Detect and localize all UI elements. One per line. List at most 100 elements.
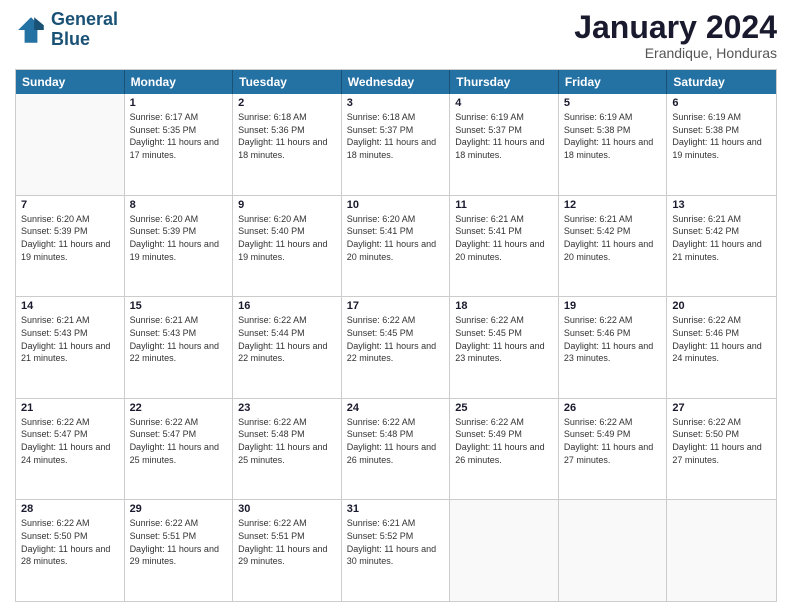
day-number: 26 bbox=[564, 402, 662, 414]
day-info: Sunrise: 6:20 AMSunset: 5:39 PMDaylight:… bbox=[130, 213, 228, 263]
day-info: Sunrise: 6:22 AMSunset: 5:47 PMDaylight:… bbox=[21, 416, 119, 466]
day-number: 16 bbox=[238, 300, 336, 312]
calendar-cell: 8 Sunrise: 6:20 AMSunset: 5:39 PMDaylight… bbox=[125, 196, 234, 297]
day-info: Sunrise: 6:22 AMSunset: 5:45 PMDaylight:… bbox=[347, 314, 445, 364]
calendar-day-header: Thursday bbox=[450, 70, 559, 94]
calendar-day-header: Friday bbox=[559, 70, 668, 94]
day-number: 28 bbox=[21, 503, 119, 515]
calendar-cell: 17Sunrise: 6:22 AMSunset: 5:45 PMDayligh… bbox=[342, 297, 451, 398]
day-info: Sunrise: 6:22 AMSunset: 5:50 PMDaylight:… bbox=[21, 517, 119, 567]
calendar-cell bbox=[450, 500, 559, 601]
calendar-cell: 26 Sunrise: 6:22 AMSunset: 5:49 PMDayligh… bbox=[559, 399, 668, 500]
calendar-day-header: Saturday bbox=[667, 70, 776, 94]
calendar-week-row: 28 Sunrise: 6:22 AMSunset: 5:50 PMDayligh… bbox=[16, 500, 776, 601]
day-number: 29 bbox=[130, 503, 228, 515]
day-info: Sunrise: 6:21 AMSunset: 5:42 PMDaylight:… bbox=[672, 213, 771, 263]
calendar-cell: 11 Sunrise: 6:21 AMSunset: 5:41 PMDayligh… bbox=[450, 196, 559, 297]
day-info: Sunrise: 6:22 AMSunset: 5:48 PMDaylight:… bbox=[347, 416, 445, 466]
calendar-cell: 5 Sunrise: 6:19 AMSunset: 5:38 PMDaylight… bbox=[559, 94, 668, 195]
calendar-day-header: Sunday bbox=[16, 70, 125, 94]
calendar-cell: 28 Sunrise: 6:22 AMSunset: 5:50 PMDayligh… bbox=[16, 500, 125, 601]
day-number: 19 bbox=[564, 300, 662, 312]
day-number: 27 bbox=[672, 402, 771, 414]
day-info: Sunrise: 6:22 AMSunset: 5:49 PMDaylight:… bbox=[455, 416, 553, 466]
day-number: 24 bbox=[347, 402, 445, 414]
calendar-week-row: 7 Sunrise: 6:20 AMSunset: 5:39 PMDaylight… bbox=[16, 196, 776, 298]
subtitle: Erandique, Honduras bbox=[574, 45, 777, 61]
day-info: Sunrise: 6:21 AMSunset: 5:43 PMDaylight:… bbox=[130, 314, 228, 364]
day-info: Sunrise: 6:19 AMSunset: 5:38 PMDaylight:… bbox=[564, 111, 662, 161]
calendar-header: SundayMondayTuesdayWednesdayThursdayFrid… bbox=[16, 70, 776, 94]
logo-line2: Blue bbox=[51, 29, 90, 49]
day-info: Sunrise: 6:20 AMSunset: 5:39 PMDaylight:… bbox=[21, 213, 119, 263]
calendar-cell: 19 Sunrise: 6:22 AMSunset: 5:46 PMDayligh… bbox=[559, 297, 668, 398]
calendar-cell: 22Sunrise: 6:22 AMSunset: 5:47 PMDayligh… bbox=[125, 399, 234, 500]
calendar-week-row: 21 Sunrise: 6:22 AMSunset: 5:47 PMDayligh… bbox=[16, 399, 776, 501]
day-info: Sunrise: 6:19 AMSunset: 5:37 PMDaylight:… bbox=[455, 111, 553, 161]
calendar-cell: 31Sunrise: 6:21 AMSunset: 5:52 PMDayligh… bbox=[342, 500, 451, 601]
calendar-cell: 4 Sunrise: 6:19 AMSunset: 5:37 PMDaylight… bbox=[450, 94, 559, 195]
day-number: 3 bbox=[347, 97, 445, 109]
day-number: 1 bbox=[130, 97, 228, 109]
calendar-day-header: Wednesday bbox=[342, 70, 451, 94]
day-info: Sunrise: 6:22 AMSunset: 5:51 PMDaylight:… bbox=[238, 517, 336, 567]
day-info: Sunrise: 6:19 AMSunset: 5:38 PMDaylight:… bbox=[672, 111, 771, 161]
calendar-cell: 9 Sunrise: 6:20 AMSunset: 5:40 PMDaylight… bbox=[233, 196, 342, 297]
day-number: 20 bbox=[672, 300, 771, 312]
calendar-cell: 10 Sunrise: 6:20 AMSunset: 5:41 PMDayligh… bbox=[342, 196, 451, 297]
day-number: 10 bbox=[347, 199, 445, 211]
calendar-cell: 1 Sunrise: 6:17 AMSunset: 5:35 PMDaylight… bbox=[125, 94, 234, 195]
day-number: 15 bbox=[130, 300, 228, 312]
calendar-cell: 27 Sunrise: 6:22 AMSunset: 5:50 PMDayligh… bbox=[667, 399, 776, 500]
day-info: Sunrise: 6:20 AMSunset: 5:40 PMDaylight:… bbox=[238, 213, 336, 263]
calendar-cell: 25Sunrise: 6:22 AMSunset: 5:49 PMDayligh… bbox=[450, 399, 559, 500]
day-number: 4 bbox=[455, 97, 553, 109]
calendar-day-header: Monday bbox=[125, 70, 234, 94]
day-number: 2 bbox=[238, 97, 336, 109]
day-number: 7 bbox=[21, 199, 119, 211]
main-title: January 2024 bbox=[574, 10, 777, 45]
day-info: Sunrise: 6:22 AMSunset: 5:49 PMDaylight:… bbox=[564, 416, 662, 466]
calendar: SundayMondayTuesdayWednesdayThursdayFrid… bbox=[15, 69, 777, 602]
calendar-cell bbox=[559, 500, 668, 601]
calendar-cell: 15 Sunrise: 6:21 AMSunset: 5:43 PMDayligh… bbox=[125, 297, 234, 398]
calendar-cell: 30Sunrise: 6:22 AMSunset: 5:51 PMDayligh… bbox=[233, 500, 342, 601]
calendar-body: 1 Sunrise: 6:17 AMSunset: 5:35 PMDaylight… bbox=[16, 94, 776, 601]
day-info: Sunrise: 6:22 AMSunset: 5:51 PMDaylight:… bbox=[130, 517, 228, 567]
day-number: 6 bbox=[672, 97, 771, 109]
calendar-cell bbox=[667, 500, 776, 601]
day-number: 22 bbox=[130, 402, 228, 414]
day-info: Sunrise: 6:22 AMSunset: 5:44 PMDaylight:… bbox=[238, 314, 336, 364]
calendar-cell: 6 Sunrise: 6:19 AMSunset: 5:38 PMDaylight… bbox=[667, 94, 776, 195]
day-info: Sunrise: 6:21 AMSunset: 5:52 PMDaylight:… bbox=[347, 517, 445, 567]
day-info: Sunrise: 6:21 AMSunset: 5:41 PMDaylight:… bbox=[455, 213, 553, 263]
day-info: Sunrise: 6:20 AMSunset: 5:41 PMDaylight:… bbox=[347, 213, 445, 263]
calendar-cell bbox=[16, 94, 125, 195]
calendar-cell: 14Sunrise: 6:21 AMSunset: 5:43 PMDayligh… bbox=[16, 297, 125, 398]
calendar-day-header: Tuesday bbox=[233, 70, 342, 94]
logo-icon bbox=[15, 14, 47, 46]
day-info: Sunrise: 6:22 AMSunset: 5:50 PMDaylight:… bbox=[672, 416, 771, 466]
calendar-cell: 12 Sunrise: 6:21 AMSunset: 5:42 PMDayligh… bbox=[559, 196, 668, 297]
day-info: Sunrise: 6:21 AMSunset: 5:42 PMDaylight:… bbox=[564, 213, 662, 263]
day-number: 8 bbox=[130, 199, 228, 211]
day-info: Sunrise: 6:22 AMSunset: 5:46 PMDaylight:… bbox=[672, 314, 771, 364]
day-info: Sunrise: 6:17 AMSunset: 5:35 PMDaylight:… bbox=[130, 111, 228, 161]
day-number: 5 bbox=[564, 97, 662, 109]
day-number: 12 bbox=[564, 199, 662, 211]
calendar-week-row: 14Sunrise: 6:21 AMSunset: 5:43 PMDayligh… bbox=[16, 297, 776, 399]
calendar-cell: 7 Sunrise: 6:20 AMSunset: 5:39 PMDaylight… bbox=[16, 196, 125, 297]
day-number: 21 bbox=[21, 402, 119, 414]
day-number: 9 bbox=[238, 199, 336, 211]
day-number: 11 bbox=[455, 199, 553, 211]
calendar-cell: 23Sunrise: 6:22 AMSunset: 5:48 PMDayligh… bbox=[233, 399, 342, 500]
day-info: Sunrise: 6:22 AMSunset: 5:46 PMDaylight:… bbox=[564, 314, 662, 364]
calendar-cell: 2Sunrise: 6:18 AMSunset: 5:36 PMDaylight… bbox=[233, 94, 342, 195]
day-number: 18 bbox=[455, 300, 553, 312]
calendar-cell: 20 Sunrise: 6:22 AMSunset: 5:46 PMDayligh… bbox=[667, 297, 776, 398]
calendar-cell: 13 Sunrise: 6:21 AMSunset: 5:42 PMDayligh… bbox=[667, 196, 776, 297]
page: General Blue January 2024 Erandique, Hon… bbox=[0, 0, 792, 612]
day-info: Sunrise: 6:21 AMSunset: 5:43 PMDaylight:… bbox=[21, 314, 119, 364]
logo-text: General Blue bbox=[51, 10, 118, 50]
day-number: 13 bbox=[672, 199, 771, 211]
